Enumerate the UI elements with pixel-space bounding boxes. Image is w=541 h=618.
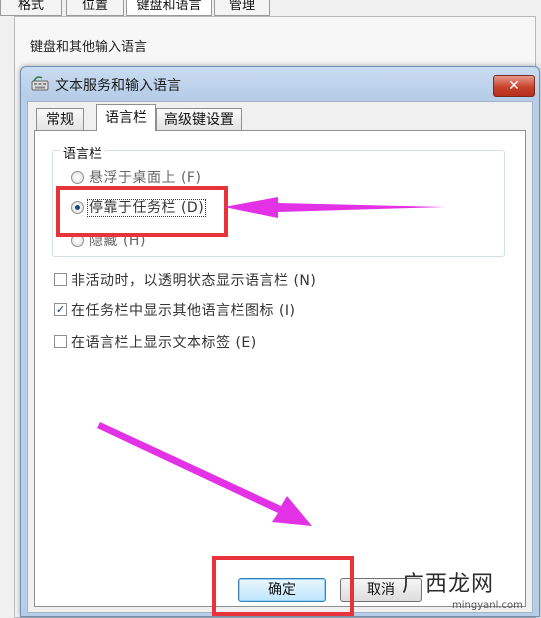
tab-language-bar[interactable]: 语言栏	[96, 104, 156, 131]
arrow-to-ok-button	[97, 422, 312, 526]
watermark-logo: 广西龙网	[402, 572, 495, 597]
annotation-arrows	[97, 197, 446, 526]
arrow-to-dock-option	[224, 197, 446, 218]
watermark-site: mingyanl.com	[452, 600, 523, 611]
